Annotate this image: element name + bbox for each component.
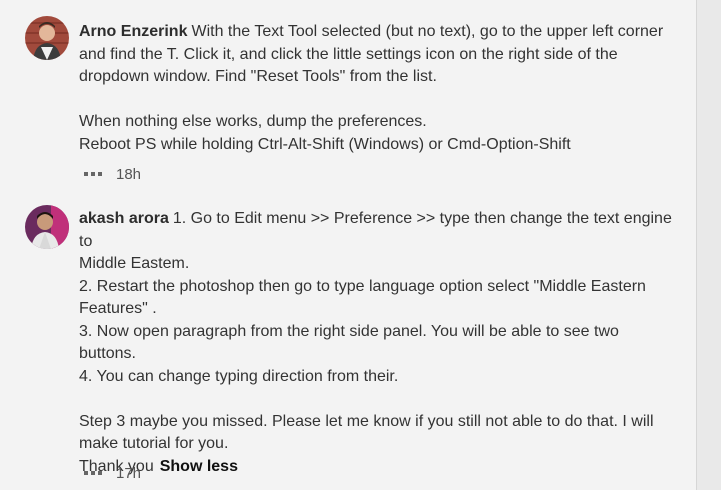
comment-text-line: 2. Restart the photoshop then go to type… xyxy=(79,277,646,295)
comment-text-line: make tutorial for you. xyxy=(79,435,229,452)
comment-meta: 17h xyxy=(84,463,141,483)
comment-body: Arno Enzerink With the Text Tool selected… xyxy=(79,21,679,156)
comment-text-line: When nothing else works, dump the prefer… xyxy=(79,113,427,130)
comment-body: akash arora 1. Go to Edit menu >> Prefere… xyxy=(79,208,679,478)
comment-text-line: Middle Eastem. xyxy=(79,255,190,272)
comment-text-line: and find the T. Click it, and click the … xyxy=(79,45,618,63)
comment-author[interactable]: Arno Enzerink xyxy=(79,23,187,40)
more-options-icon[interactable] xyxy=(84,172,102,176)
show-less-link[interactable]: Show less xyxy=(160,458,238,475)
comment-meta: 18h xyxy=(84,164,141,184)
comment-author[interactable]: akash arora xyxy=(79,210,169,227)
comment-text-line: 4. You can change typing direction from … xyxy=(79,367,399,385)
comment-text-line: Reboot PS while holding Ctrl-Alt-Shift (… xyxy=(79,135,571,153)
comment-text-line: With the Text Tool selected (but no text… xyxy=(191,23,664,40)
user-avatar-icon[interactable] xyxy=(25,205,69,249)
comment-item: Arno Enzerink With the Text Tool selected… xyxy=(0,0,680,195)
comment-text-line: dropdown window. Find "Reset Tools" from… xyxy=(79,68,437,85)
comment-timestamp: 18h xyxy=(116,165,142,183)
more-options-icon[interactable] xyxy=(84,471,102,475)
comments-panel: Arno Enzerink With the Text Tool selected… xyxy=(0,0,697,490)
comment-text-line: buttons. xyxy=(79,345,136,362)
user-avatar-icon[interactable] xyxy=(25,16,69,60)
comment-text-line: Step 3 maybe you missed. Please let me k… xyxy=(79,412,654,430)
comment-timestamp: 17h xyxy=(116,464,142,482)
comment-text-line: 3. Now open paragraph from the right sid… xyxy=(79,322,619,340)
comment-item: akash arora 1. Go to Edit menu >> Prefere… xyxy=(0,195,680,490)
comment-text-line: Features" . xyxy=(79,300,157,317)
